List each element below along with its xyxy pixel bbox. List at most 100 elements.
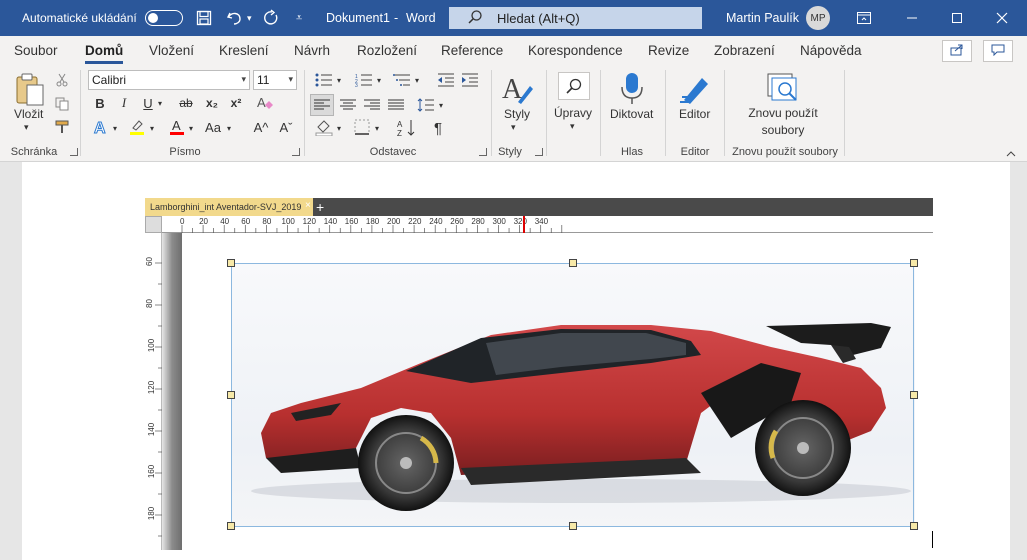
styles-label[interactable]: Styly <box>504 107 530 121</box>
paste-label[interactable]: Vložit <box>14 107 43 121</box>
editing-label[interactable]: Úpravy <box>554 106 592 120</box>
reuse-files-icon[interactable] <box>766 72 800 107</box>
subscript-button[interactable]: x₂ <box>203 94 221 112</box>
change-case-dropdown-icon[interactable]: ▾ <box>224 120 234 136</box>
text-effects-dropdown-icon[interactable]: ▾ <box>110 120 120 136</box>
grow-font-button[interactable]: A^ <box>250 118 272 136</box>
font-color-dropdown-icon[interactable]: ▾ <box>186 120 196 136</box>
bold-button[interactable]: B <box>92 94 108 112</box>
numbering-dropdown-icon[interactable]: ▾ <box>374 72 384 88</box>
tab-kresleni[interactable]: Kreslení <box>219 43 269 58</box>
align-center-icon[interactable] <box>337 94 359 116</box>
change-case-button[interactable]: Aa <box>202 118 224 136</box>
sort-icon[interactable]: AZ <box>396 118 418 138</box>
highlight-dropdown-icon[interactable]: ▾ <box>147 120 157 136</box>
styles-icon[interactable]: A <box>500 72 534 109</box>
tab-vlozeni[interactable]: Vložení <box>149 43 194 58</box>
close-icon[interactable] <box>996 0 1008 36</box>
comments-button[interactable] <box>983 40 1013 62</box>
italic-button[interactable]: I <box>116 94 132 112</box>
tab-soubor[interactable]: Soubor <box>14 43 58 58</box>
copy-icon[interactable] <box>54 96 70 112</box>
resize-handle-se[interactable] <box>910 522 918 530</box>
find-icon[interactable] <box>558 72 590 100</box>
avatar[interactable]: MP <box>806 6 830 30</box>
tab-revize[interactable]: Revize <box>648 43 689 58</box>
line-spacing-icon[interactable] <box>416 94 436 116</box>
resize-handle-s[interactable] <box>569 522 577 530</box>
editor-pen-icon[interactable] <box>678 72 712 109</box>
underline-button[interactable]: U <box>140 94 156 112</box>
tab-reference[interactable]: Reference <box>441 43 503 58</box>
bullets-dropdown-icon[interactable]: ▾ <box>334 72 344 88</box>
shading-dropdown-icon[interactable]: ▾ <box>334 120 344 136</box>
share-button[interactable] <box>942 40 972 62</box>
highlight-icon[interactable] <box>128 118 146 136</box>
editor-label[interactable]: Editor <box>679 107 710 121</box>
align-right-icon[interactable] <box>361 94 383 116</box>
app-name: Word <box>406 11 436 25</box>
user-name[interactable]: Martin Paulík <box>726 0 799 36</box>
maximize-icon[interactable] <box>951 0 963 36</box>
borders-icon[interactable] <box>352 118 372 136</box>
ribbon-display-icon[interactable] <box>857 0 871 36</box>
font-name-select[interactable]: Calibri ▾ <box>88 70 250 90</box>
superscript-button[interactable]: x² <box>227 94 245 112</box>
bullets-icon[interactable] <box>314 72 334 88</box>
reuse-label-line1[interactable]: Znovu použít <box>736 106 830 120</box>
undo-icon[interactable] <box>226 0 244 36</box>
strikethrough-button[interactable]: ab <box>176 94 196 112</box>
dictate-label[interactable]: Diktovat <box>610 107 653 121</box>
reuse-label-line2[interactable]: soubory <box>736 123 830 137</box>
image-selection-frame[interactable] <box>231 263 914 527</box>
resize-handle-e[interactable] <box>910 391 918 399</box>
resize-handle-n[interactable] <box>569 259 577 267</box>
format-painter-icon[interactable] <box>54 119 70 135</box>
shrink-font-button[interactable]: Aˇ <box>275 118 297 136</box>
align-left-icon[interactable] <box>310 94 334 116</box>
collapse-ribbon-icon[interactable] <box>1004 148 1018 160</box>
decrease-indent-icon[interactable] <box>436 72 456 88</box>
borders-dropdown-icon[interactable]: ▾ <box>372 120 382 136</box>
cut-icon[interactable] <box>54 72 70 88</box>
resize-handle-w[interactable] <box>227 391 235 399</box>
search-box[interactable]: Hledat (Alt+Q) <box>449 7 702 29</box>
line-spacing-dropdown-icon[interactable]: ▾ <box>436 97 446 113</box>
increase-indent-icon[interactable] <box>460 72 480 88</box>
paste-dropdown-icon[interactable]: ▾ <box>24 122 29 133</box>
underline-dropdown-icon[interactable]: ▾ <box>155 94 165 112</box>
undo-dropdown-icon[interactable]: ▾ <box>247 0 252 36</box>
tab-zobrazeni[interactable]: Zobrazení <box>714 43 775 58</box>
font-size-select[interactable]: 11 ▾ <box>253 70 297 90</box>
clear-formatting-icon[interactable]: A <box>255 94 275 112</box>
editing-dropdown-icon[interactable]: ▾ <box>570 121 575 132</box>
resize-handle-sw[interactable] <box>227 522 235 530</box>
tab-navrh[interactable]: Návrh <box>294 43 330 58</box>
numbering-icon[interactable]: 123 <box>354 72 374 88</box>
styles-dropdown-icon[interactable]: ▾ <box>511 122 516 133</box>
redo-icon[interactable] <box>262 0 280 36</box>
text-effects-icon[interactable]: A <box>92 118 110 136</box>
resize-handle-nw[interactable] <box>227 259 235 267</box>
microphone-icon[interactable] <box>620 72 644 109</box>
pilcrow-button[interactable]: ¶ <box>428 118 448 138</box>
save-icon[interactable] <box>196 0 212 36</box>
justify-icon[interactable] <box>385 94 407 116</box>
tab-korespondence[interactable]: Korespondence <box>528 43 623 58</box>
font-color-icon[interactable]: A <box>168 118 186 136</box>
multilevel-dropdown-icon[interactable]: ▾ <box>412 72 422 88</box>
tab-napoveda[interactable]: Nápověda <box>800 43 862 58</box>
paste-icon[interactable] <box>14 72 46 111</box>
tab-rozlozeni[interactable]: Rozložení <box>357 43 417 58</box>
paragraph-launcher[interactable] <box>479 148 487 156</box>
font-launcher[interactable] <box>292 148 300 156</box>
tab-domu[interactable]: Domů <box>85 43 124 64</box>
minimize-icon[interactable] <box>906 0 918 36</box>
resize-handle-ne[interactable] <box>910 259 918 267</box>
multilevel-list-icon[interactable] <box>392 72 412 88</box>
styles-launcher[interactable] <box>535 148 543 156</box>
autosave-toggle[interactable] <box>145 10 183 26</box>
shading-icon[interactable] <box>314 118 334 136</box>
customize-icon[interactable]: ⩡ <box>296 0 302 36</box>
clipboard-launcher[interactable] <box>70 148 78 156</box>
